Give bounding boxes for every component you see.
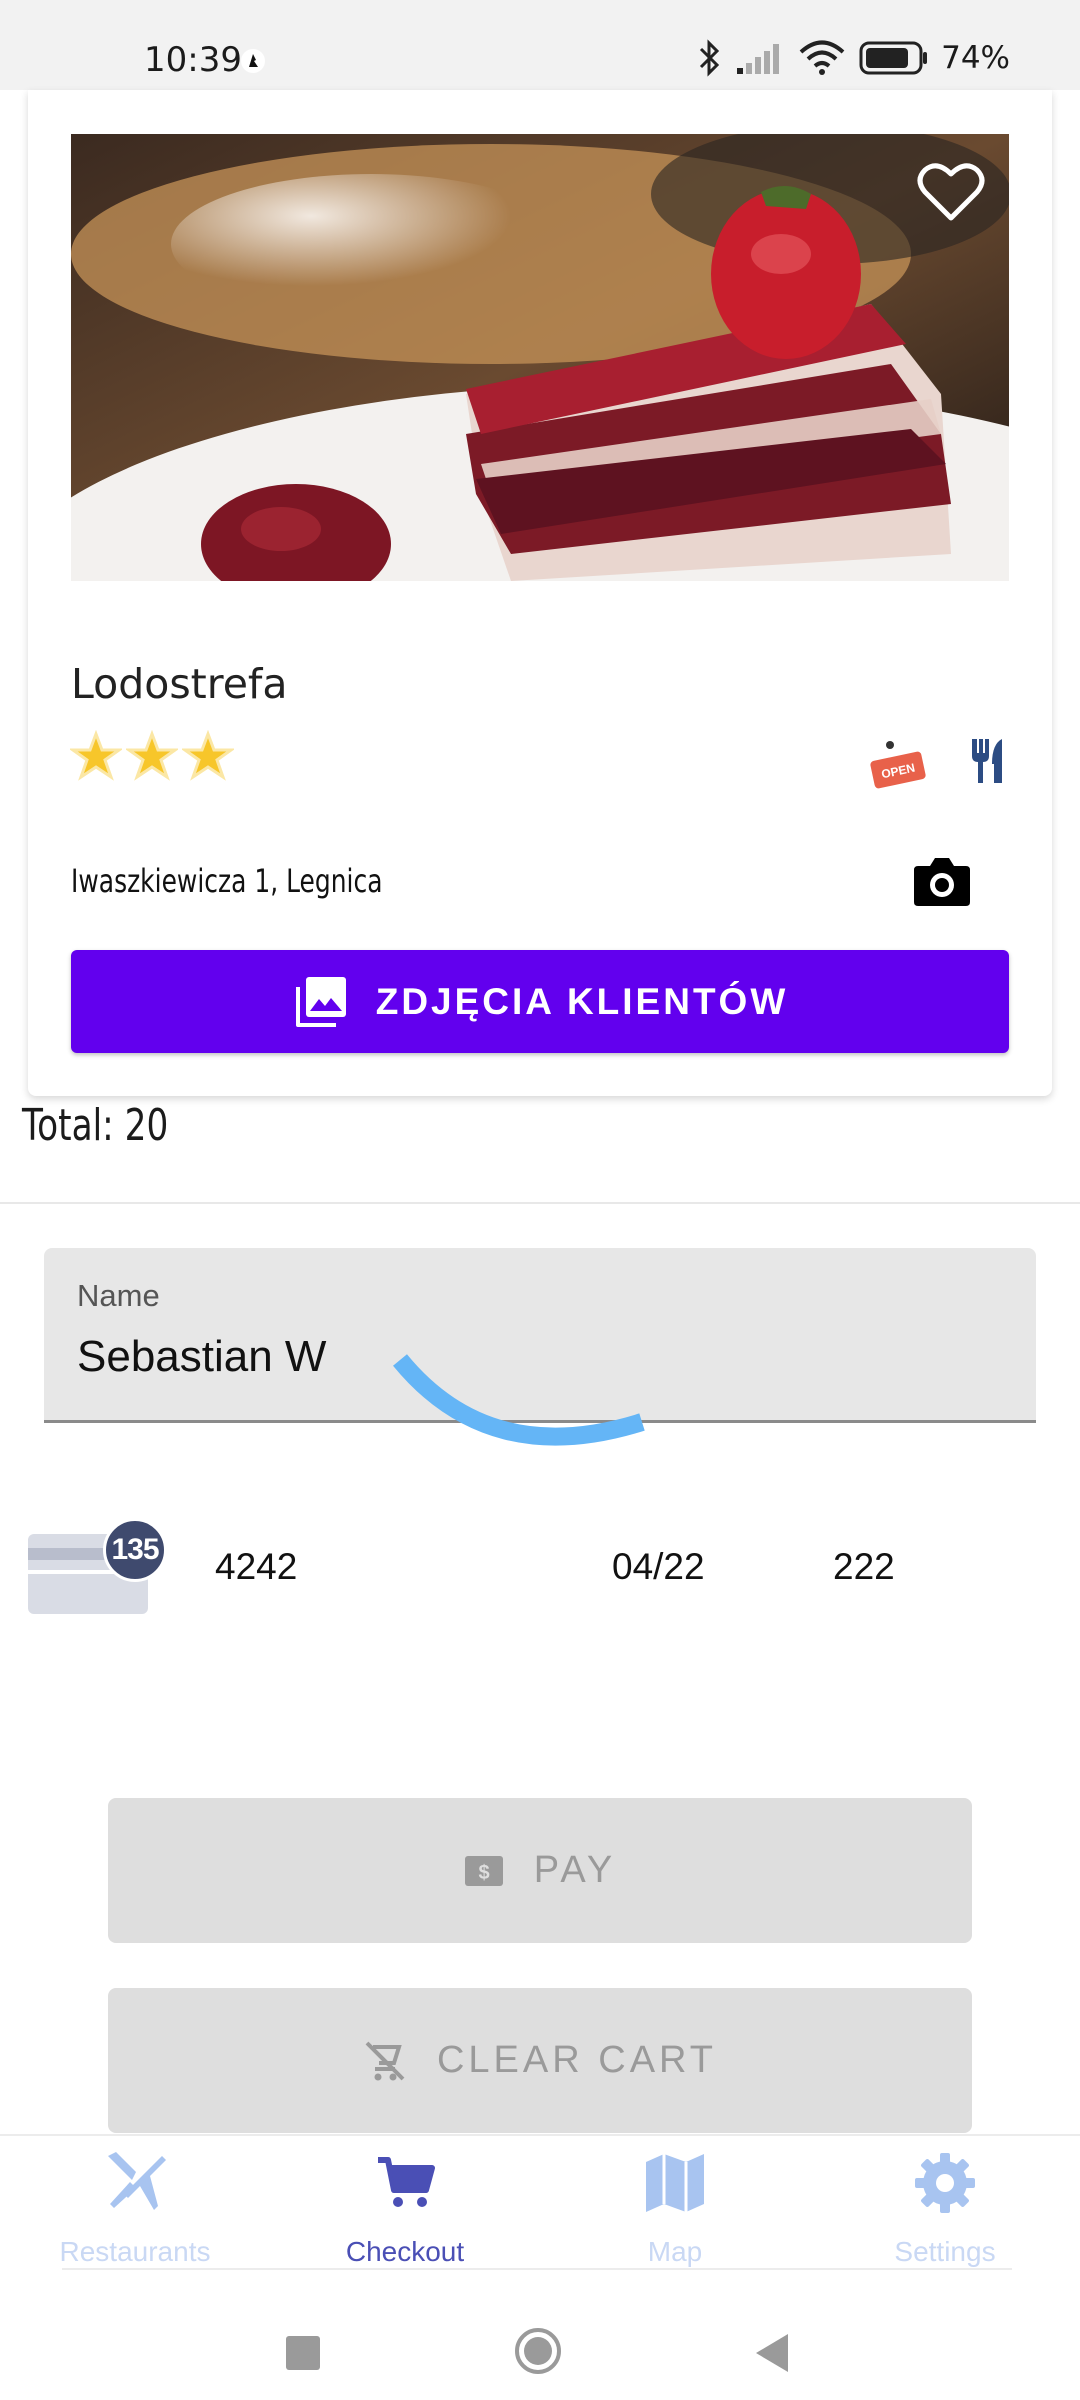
nav-restaurants[interactable]: Restaurants — [0, 2136, 270, 2272]
clear-cart-button[interactable]: CLEAR CART — [108, 1988, 972, 2133]
nav-settings-label: Settings — [894, 2236, 996, 2267]
restaurants-icon — [108, 2152, 166, 2210]
rating-stars — [70, 730, 234, 782]
open-sign-icon: OPEN — [870, 741, 926, 789]
nav-divider — [62, 2268, 1012, 2270]
signal-icon — [737, 44, 780, 74]
battery-icon — [859, 41, 928, 75]
back-button[interactable] — [756, 2334, 788, 2372]
restaurant-name: Lodostrefa — [71, 660, 288, 708]
restaurant-card[interactable]: Lodostrefa OPEN Iwaszkiewicza 1, Legnica… — [28, 90, 1052, 1096]
nav-map[interactable]: Map — [540, 2136, 810, 2272]
payment-icon: $ — [464, 1855, 503, 1886]
star-icon — [70, 730, 122, 781]
nav-restaurants-label: Restaurants — [59, 2236, 211, 2267]
wifi-icon — [799, 40, 845, 75]
nav-checkout[interactable]: Checkout — [270, 2136, 540, 2272]
star-icon — [182, 730, 234, 781]
bluetooth-icon — [700, 39, 720, 77]
camera-icon[interactable] — [912, 852, 972, 908]
bottom-navigation: Restaurants Checkout Map Settings — [0, 2134, 1080, 2272]
cake-photo — [71, 134, 1009, 581]
notification-app-icon — [241, 49, 265, 73]
nav-settings[interactable]: Settings — [810, 2136, 1080, 2272]
cutlery-icon — [972, 739, 1002, 783]
system-navigation-bar — [0, 2272, 1080, 2400]
restaurant-address: Iwaszkiewicza 1, Legnica — [71, 862, 383, 900]
card-badge: 135 — [103, 1518, 167, 1582]
map-icon — [646, 2154, 704, 2212]
customer-photos-label: ZDJĘCIA KLIENTÓW — [375, 980, 789, 1022]
nav-map-label: Map — [647, 2236, 703, 2267]
loading-spinner — [393, 1354, 645, 1446]
cart-icon — [378, 2157, 435, 2207]
cart-total: Total: 20 — [22, 1100, 169, 1151]
payment-card-row[interactable]: 135 4242 04/22 222 — [0, 1518, 1080, 1620]
customer-photos-button[interactable]: ZDJĘCIA KLIENTÓW — [71, 950, 1009, 1053]
card-number[interactable]: 4242 — [215, 1546, 297, 1588]
photo-library-icon — [295, 976, 346, 1027]
svg-text:$: $ — [478, 1862, 489, 1884]
pay-button[interactable]: $ PAY — [108, 1798, 972, 1943]
recent-apps-button[interactable] — [286, 2336, 320, 2370]
clear-cart-label: CLEAR CART — [436, 2039, 718, 2081]
name-field-label: Name — [77, 1278, 160, 1313]
status-time: 10:39 — [144, 40, 242, 80]
card-cvc[interactable]: 222 — [833, 1546, 895, 1588]
card-expiry[interactable]: 04/22 — [612, 1546, 705, 1588]
nav-checkout-label: Checkout — [345, 2236, 465, 2267]
remove-cart-icon — [365, 2041, 405, 2080]
pay-label: PAY — [533, 1849, 617, 1891]
divider — [0, 1202, 1080, 1204]
battery-percent: 74% — [941, 40, 1010, 76]
home-button[interactable] — [515, 2328, 561, 2374]
favorite-heart-icon[interactable] — [915, 156, 987, 228]
status-bar: 10:39 74% — [0, 0, 1080, 90]
star-icon — [126, 730, 178, 781]
restaurant-photo — [71, 134, 1009, 581]
settings-icon — [915, 2153, 975, 2213]
